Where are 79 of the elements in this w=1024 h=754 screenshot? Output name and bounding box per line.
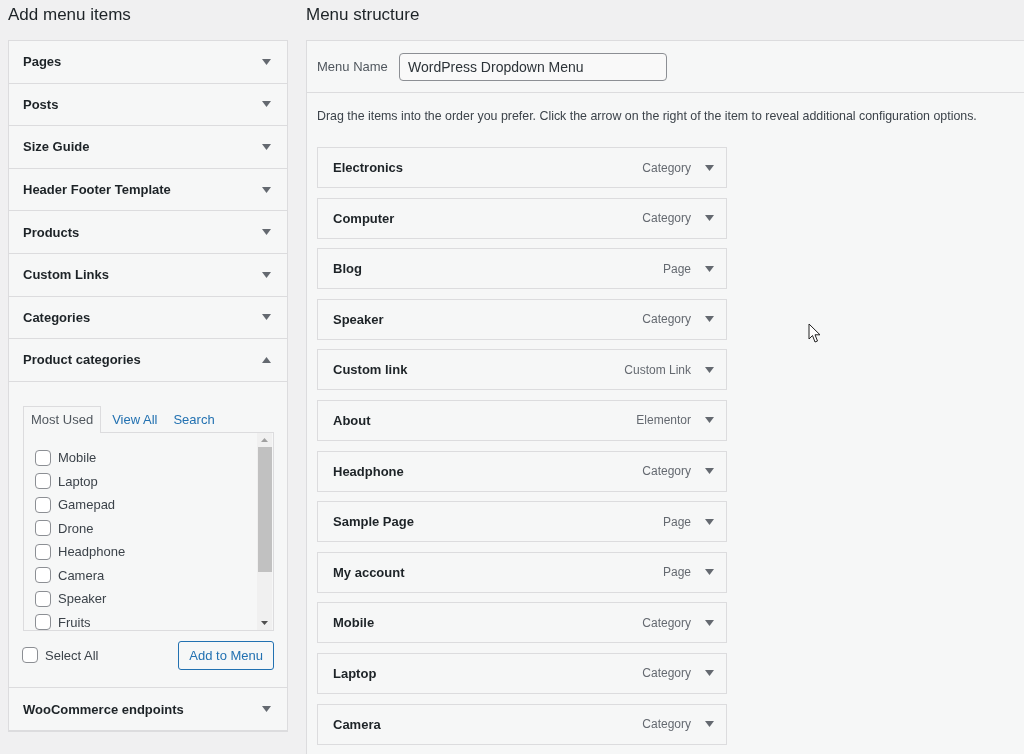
menu-item[interactable]: My account Page	[317, 551, 727, 593]
menu-item-title: Sample Page	[333, 514, 414, 530]
checkbox[interactable]	[35, 449, 51, 466]
menu-item-type: Category	[642, 615, 691, 630]
menu-name-field[interactable]: WordPress Dropdown Menu	[399, 52, 667, 81]
caret-down-icon[interactable]	[705, 721, 714, 728]
checkbox-label[interactable]: Laptop	[58, 473, 98, 489]
checkbox-label[interactable]: Camera	[58, 567, 105, 583]
menu-item-type: Category	[642, 717, 691, 732]
caret-down-icon[interactable]	[705, 468, 714, 475]
menu-item-title: Electronics	[333, 160, 404, 175]
caret-down-icon[interactable]	[705, 215, 714, 222]
field-label: Menu Name	[317, 59, 389, 74]
checkbox[interactable]	[35, 590, 51, 607]
menu-item-type: Category	[642, 160, 691, 175]
menu-item-title: About	[333, 412, 371, 428]
tab[interactable]: Most Used	[23, 405, 102, 433]
menu-item-title: Headphone	[333, 463, 404, 479]
menu-item-type: Category	[642, 464, 691, 479]
mouse-pointer-icon	[808, 323, 822, 344]
menu-item-title: Computer	[333, 210, 395, 226]
checkbox-label[interactable]: Fruits	[58, 614, 91, 630]
checkbox-label[interactable]: Mobile	[58, 450, 97, 465]
checkbox-label[interactable]: Gamepad	[58, 497, 116, 512]
menu-item-title: Mobile	[333, 615, 375, 631]
menu-item[interactable]: Laptop Category	[317, 652, 727, 694]
caret-down-icon[interactable]	[705, 569, 714, 576]
menu-item-type: Custom Link	[624, 362, 691, 377]
checkbox-label[interactable]: Select All	[45, 647, 99, 663]
panel-title: Menu structure	[306, 5, 420, 25]
caret-down-icon[interactable]	[705, 417, 714, 424]
scroll-down-icon[interactable]	[261, 620, 268, 625]
checkbox[interactable]	[35, 496, 51, 513]
menu-item-type: Category	[642, 666, 691, 681]
tab[interactable]: View All	[104, 405, 166, 433]
menu-item-type: Category	[642, 211, 691, 226]
caret-down-icon[interactable]	[705, 670, 714, 677]
menu-item[interactable]: Computer Category	[317, 197, 727, 239]
checkbox[interactable]	[35, 473, 51, 489]
menu-item[interactable]: Mobile Category	[317, 602, 727, 644]
menu-item-title: Custom link	[333, 362, 408, 378]
checkbox-label[interactable]: Drone	[58, 520, 94, 536]
menu-item[interactable]: Headphone Category	[317, 450, 727, 492]
caret-down-icon[interactable]	[705, 265, 714, 272]
caret-down-icon[interactable]	[705, 619, 714, 626]
menu-item-title: Laptop	[333, 665, 377, 681]
caret-down-icon[interactable]	[705, 164, 714, 171]
menu-item[interactable]: Sample Page Page	[317, 501, 727, 543]
checkbox-label[interactable]: Speaker	[58, 591, 107, 606]
menu-item[interactable]: Camera Category	[317, 703, 727, 745]
menu-item-title: Speaker	[333, 311, 384, 327]
instruction-text: Drag the items into the order you prefer. Click the arrow on the right of the item to reveal additional configuration options.	[317, 108, 977, 125]
menu-item-type: Page	[662, 261, 691, 276]
scrollbar-thumb[interactable]	[257, 446, 272, 572]
checkbox[interactable]	[35, 520, 51, 536]
caret-down-icon[interactable]	[705, 518, 714, 525]
menu-item-title: My account	[333, 564, 405, 580]
scrollbar-track[interactable]	[257, 432, 272, 630]
menu-item-type: Elementor	[636, 413, 691, 428]
menu-item[interactable]: Custom link Custom Link	[317, 349, 727, 391]
checkbox[interactable]	[22, 647, 38, 664]
menu-item-type: Page	[662, 565, 691, 580]
menu-item[interactable]: Electronics Category	[317, 147, 727, 188]
menu-item-title: Camera	[333, 716, 381, 732]
caret-down-icon[interactable]	[705, 366, 714, 373]
menu-item-title: Blog	[333, 261, 362, 277]
menu-item[interactable]: About Elementor	[317, 399, 727, 441]
tab[interactable]: Search	[165, 405, 223, 433]
menu-item[interactable]: Blog Page	[317, 248, 727, 290]
add-to-menu-button[interactable]: Add to Menu	[178, 640, 274, 670]
menu-item[interactable]: Speaker Category	[317, 298, 727, 340]
checkbox[interactable]	[35, 543, 51, 560]
caret-down-icon[interactable]	[705, 316, 714, 323]
menu-item-type: Category	[642, 312, 691, 327]
menu-item-type: Page	[662, 514, 691, 529]
panel-title: Add menu items	[8, 5, 131, 25]
checkbox[interactable]	[35, 567, 51, 583]
checkbox-label[interactable]: Headphone	[58, 544, 126, 559]
checkbox[interactable]	[35, 614, 51, 630]
